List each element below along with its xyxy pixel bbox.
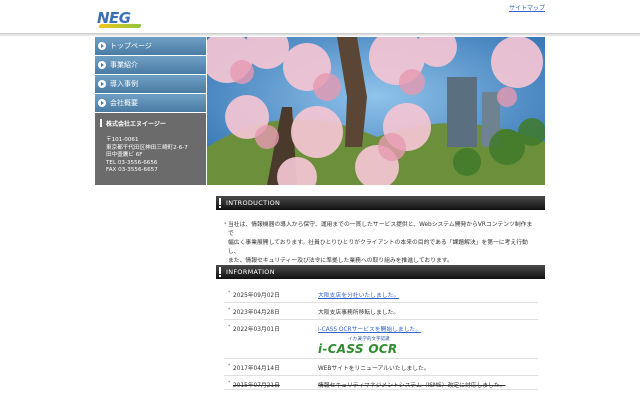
company-bar-icon: [100, 119, 102, 127]
news-text: 情報セキュリティマネジメントシステム（ISMS）改定に対応しました。: [318, 383, 506, 389]
news-date: 2025年09月02日: [233, 293, 280, 299]
introduction-heading-bar: INTRODUCTION: [216, 196, 545, 210]
news-row: * 2015年07月21日 情報セキュリティマネジメントシステム（ISMS）改定…: [224, 376, 538, 390]
nav-item-company[interactable]: 会社概要: [95, 94, 206, 112]
news-row: * 2025年09月02日 大阪支店を分社いたしました。: [224, 286, 538, 303]
building-line: 田中壺鷹ビ 6F: [106, 152, 143, 158]
nav-label: 導入事例: [110, 80, 138, 88]
news-link[interactable]: 大阪支店を分社いたしました。: [318, 290, 399, 299]
exclamation-icon: [219, 198, 221, 208]
bullet-icon: *: [228, 291, 231, 296]
nav-label: 事業紹介: [110, 61, 138, 69]
news-date: 2017年04月14日: [233, 366, 280, 372]
intro-line: 当社は、情報機器の導入から保守、運用までの一貫したサービス提供と、Webシステム…: [228, 222, 533, 237]
news-date: 2022年03月01日: [233, 327, 280, 333]
introduction-text: * 当社は、情報機器の導入から保守、運用までの一貫したサービス提供と、Webシス…: [224, 221, 536, 266]
company-name: 株式会社エヌイージー: [106, 121, 166, 128]
arrow-right-icon: [98, 99, 106, 107]
news-text: 大阪支店事務所移転しました。: [318, 310, 400, 316]
bullet-icon: *: [228, 381, 231, 386]
company-info-box: 株式会社エヌイージー 〒101-0061 東京都千代田区神田三崎町2-6-7 田…: [95, 113, 206, 185]
company-address: 〒101-0061 東京都千代田区神田三崎町2-6-7 田中壺鷹ビ 6F TEL…: [100, 137, 201, 175]
news-date: 2023年04月28日: [233, 310, 280, 316]
intro-line: 幅広く事業展開しております。社員ひとりひとりがクライアントの本来の目的である「課…: [228, 240, 528, 255]
neg-logo[interactable]: NEG: [97, 9, 143, 31]
bullet-icon: *: [228, 308, 231, 313]
information-list: * 2025年09月02日 大阪支店を分社いたしました。 * 2023年04月2…: [224, 286, 538, 390]
news-row: * 2017年04月14日 WEBサイトをリニューアルいたしました。: [224, 359, 538, 376]
arrow-right-icon: [98, 80, 106, 88]
news-link[interactable]: i-CASS OCRサービスを開始しました。: [318, 324, 421, 333]
site-header: NEG サイトマップ: [0, 0, 640, 34]
logo-swoosh: [98, 24, 142, 28]
introduction-heading: INTRODUCTION: [226, 199, 281, 207]
information-heading-bar: INFORMATION: [216, 265, 545, 279]
information-heading: INFORMATION: [226, 268, 275, 276]
postal-code: 〒101-0061: [106, 137, 139, 143]
arrow-right-icon: [98, 42, 106, 50]
sitemap-link[interactable]: サイトマップ: [509, 3, 545, 12]
exclamation-icon: [219, 267, 221, 277]
tel-line: TEL 03-3556-6656: [106, 159, 158, 166]
hero-panorama-image: [207, 37, 545, 185]
bullet-icon: *: [228, 364, 231, 369]
nav-label: トップページ: [110, 42, 152, 50]
sidebar: トップページ 事業紹介 導入事例 会社概要 株式会社エヌイージー 〒101-00…: [95, 37, 206, 185]
news-row: * 2023年04月28日 大阪支店事務所移転しました。: [224, 303, 538, 320]
bullet-icon: *: [224, 222, 227, 228]
news-date: 2015年07月21日: [233, 383, 280, 389]
cherry-blossom-panorama: [207, 37, 545, 185]
nav-item-cases[interactable]: 導入事例: [95, 75, 206, 93]
news-text: WEBサイトをリニューアルいたしました。: [318, 366, 430, 372]
nav-item-business[interactable]: 事業紹介: [95, 56, 206, 74]
bullet-icon: *: [228, 325, 231, 330]
nav-label: 会社概要: [110, 99, 138, 107]
address-line: 東京都千代田区神田三崎町2-6-7: [106, 144, 188, 151]
icass-logo-text: i-CASS OCR: [318, 342, 398, 356]
arrow-right-icon: [98, 61, 106, 69]
icass-ocr-logo[interactable]: イカス 光学的文字認識 i-CASS OCR: [318, 336, 410, 356]
news-row: * 2022年03月01日 i-CASS OCRサービスを開始しました。 イカス…: [224, 320, 538, 359]
fax-line: FAX 03-3556-6657: [106, 167, 158, 173]
nav-item-top[interactable]: トップページ: [95, 37, 206, 55]
